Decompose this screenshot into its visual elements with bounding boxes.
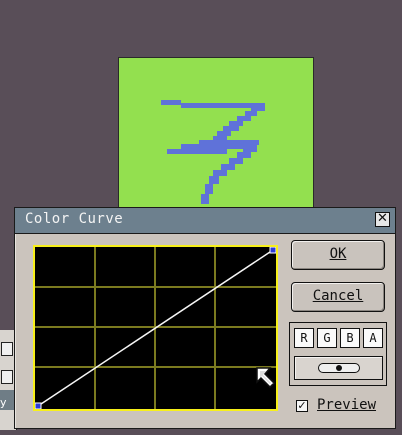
preview-label[interactable]: Preview	[317, 397, 376, 413]
dialog-titlebar[interactable]: Color Curve ✕	[15, 208, 395, 234]
curve-editor[interactable]	[33, 245, 278, 411]
control-point-start	[35, 402, 42, 409]
curve-graph	[35, 247, 276, 409]
mouse-cursor-icon	[256, 367, 276, 388]
control-point-end	[269, 247, 276, 254]
close-icon: ✕	[377, 211, 388, 226]
sketch-drawing	[161, 100, 265, 204]
checkmark-icon: ✓	[297, 399, 307, 412]
mode-toggle-button[interactable]	[294, 356, 383, 380]
ok-button-label: OK	[329, 246, 347, 262]
preview-checkbox[interactable]: ✓	[296, 400, 308, 412]
toggle-knob-icon	[336, 365, 342, 371]
cancel-button-label: Cancel	[312, 288, 364, 304]
channel-selector: R G B A	[289, 322, 387, 386]
color-curve-dialog: Color Curve ✕ OK Cancel R G B A ✓ Previe…	[14, 207, 396, 429]
dialog-title: Color Curve	[25, 211, 124, 227]
toolbar-button[interactable]	[1, 370, 13, 384]
close-button[interactable]: ✕	[375, 212, 390, 227]
channel-b-button[interactable]: B	[340, 328, 360, 348]
cancel-button[interactable]: Cancel	[291, 282, 385, 312]
ok-button[interactable]: OK	[291, 240, 385, 270]
toolbar-partial-text: y	[0, 396, 7, 409]
artwork-canvas[interactable]	[118, 57, 314, 217]
channel-r-button[interactable]: R	[294, 328, 314, 348]
channel-g-button[interactable]: G	[317, 328, 337, 348]
toolbar-button[interactable]	[1, 342, 13, 356]
channel-a-button[interactable]: A	[363, 328, 383, 348]
toggle-track-icon	[318, 363, 360, 373]
